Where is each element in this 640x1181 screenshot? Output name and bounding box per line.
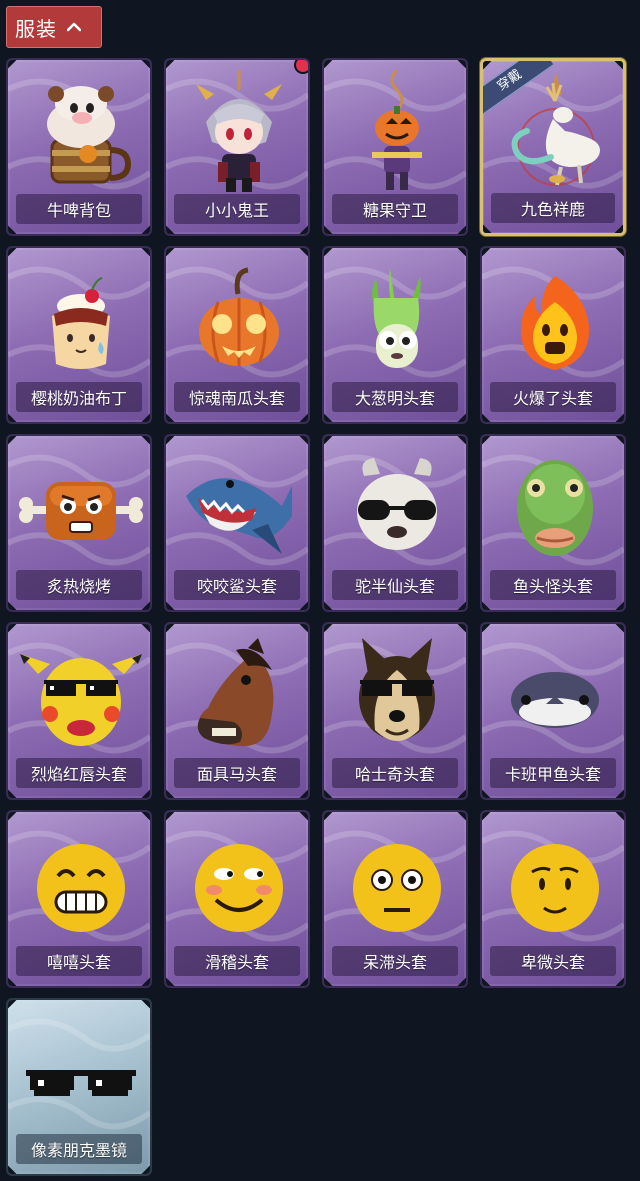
costume-name: 九色祥鹿 xyxy=(491,193,615,223)
cow-beer-backpack-icon xyxy=(8,70,150,198)
costume-card[interactable]: 惊魂南瓜头套 xyxy=(164,246,310,424)
costume-card[interactable]: 小小鬼王 xyxy=(164,58,310,236)
costume-name: 炙热烧烤 xyxy=(16,570,142,600)
little-ghost-king-icon xyxy=(166,70,308,198)
costume-name: 哈士奇头套 xyxy=(332,758,458,788)
yellow-mouse-head-icon xyxy=(8,634,150,762)
costume-name: 嘻嘻头套 xyxy=(16,946,142,976)
pumpkin-head-icon xyxy=(166,258,308,386)
costume-name: 滑稽头套 xyxy=(174,946,300,976)
costume-name: 像素朋克墨镜 xyxy=(16,1134,142,1164)
costume-card[interactable]: 九色祥鹿 穿戴 xyxy=(480,58,626,236)
funny-emoji-icon xyxy=(166,822,308,950)
costume-name: 呆滞头套 xyxy=(332,946,458,976)
costume-name: 咬咬鲨头套 xyxy=(174,570,300,600)
grin-emoji-icon xyxy=(8,822,150,950)
costume-tab[interactable]: 服装 xyxy=(6,6,102,48)
fish-head-icon xyxy=(482,446,624,574)
costume-card[interactable]: 面具马头套 xyxy=(164,622,310,800)
costume-card[interactable]: 糖果守卫 xyxy=(322,58,468,236)
costume-card[interactable]: 像素朋克墨镜 xyxy=(6,998,152,1176)
costume-card[interactable]: 哈士奇头套 xyxy=(322,622,468,800)
costume-card[interactable]: 大葱明头套 xyxy=(322,246,468,424)
costume-name: 鱼头怪头套 xyxy=(490,570,616,600)
costume-name: 糖果守卫 xyxy=(332,194,458,224)
costume-name: 惊魂南瓜头套 xyxy=(174,382,300,412)
dazed-emoji-icon xyxy=(324,822,466,950)
costume-name: 面具马头套 xyxy=(174,758,300,788)
costume-card[interactable]: 嘻嘻头套 xyxy=(6,810,152,988)
costume-name: 牛啤背包 xyxy=(16,194,142,224)
costume-name: 小小鬼王 xyxy=(174,194,300,224)
humble-emoji-icon xyxy=(482,822,624,950)
bbq-meat-icon xyxy=(8,446,150,574)
costume-name: 樱桃奶油布丁 xyxy=(16,382,142,412)
fire-head-icon xyxy=(482,258,624,386)
horse-head-icon xyxy=(166,634,308,762)
pufferfish-head-icon xyxy=(482,634,624,762)
costume-card[interactable]: 咬咬鲨头套 xyxy=(164,434,310,612)
costume-name: 烈焰红唇头套 xyxy=(16,758,142,788)
costume-card[interactable]: 火爆了头套 xyxy=(480,246,626,424)
costume-card[interactable]: 牛啤背包 xyxy=(6,58,152,236)
costume-name: 火爆了头套 xyxy=(490,382,616,412)
new-indicator-dot xyxy=(296,60,308,72)
costume-name: 大葱明头套 xyxy=(332,382,458,412)
husky-head-icon xyxy=(324,634,466,762)
costume-name: 卑微头套 xyxy=(490,946,616,976)
alpaca-head-icon xyxy=(324,446,466,574)
costume-card[interactable]: 炙热烧烤 xyxy=(6,434,152,612)
costume-card[interactable]: 卑微头套 xyxy=(480,810,626,988)
scallion-head-icon xyxy=(324,258,466,386)
candy-guard-icon xyxy=(324,68,466,198)
costume-card[interactable]: 烈焰红唇头套 xyxy=(6,622,152,800)
costume-card[interactable]: 滑稽头套 xyxy=(164,810,310,988)
costume-tab-label: 服装 xyxy=(15,16,57,41)
pixel-sunglasses-icon xyxy=(8,1010,150,1138)
shark-head-icon xyxy=(166,446,308,574)
cherry-cream-pudding-icon xyxy=(8,258,150,386)
costume-card[interactable]: 呆滞头套 xyxy=(322,810,468,988)
costume-name: 驼半仙头套 xyxy=(332,570,458,600)
chevron-up-icon xyxy=(67,22,81,32)
costume-card[interactable]: 樱桃奶油布丁 xyxy=(6,246,152,424)
costume-name: 卡班甲鱼头套 xyxy=(490,758,616,788)
costume-card[interactable]: 卡班甲鱼头套 xyxy=(480,622,626,800)
costume-card[interactable]: 驼半仙头套 xyxy=(322,434,468,612)
costume-card[interactable]: 鱼头怪头套 xyxy=(480,434,626,612)
